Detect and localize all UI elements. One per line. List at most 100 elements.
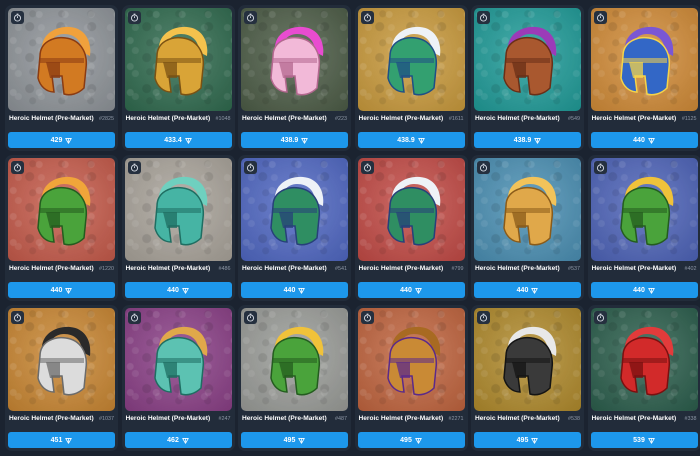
ton-diamond-icon — [185, 137, 192, 144]
gift-number: #1048 — [215, 116, 231, 123]
gift-name: Heroic Helmet (Pre-Market) — [125, 115, 211, 123]
gift-number: #2825 — [99, 116, 114, 123]
gift-image[interactable] — [241, 158, 348, 262]
ton-diamond-icon — [648, 137, 655, 144]
price-button[interactable]: 451 — [8, 432, 115, 448]
price-value: 451 — [50, 436, 63, 444]
price-value: 440 — [50, 286, 63, 294]
gift-card[interactable]: Heroic Helmet (Pre-Market) #247 462 — [121, 305, 235, 451]
price-button[interactable]: 429 — [8, 132, 115, 148]
gift-card[interactable]: Heroic Helmet (Pre-Market) #2271 495 — [354, 305, 468, 451]
gift-image[interactable] — [474, 158, 581, 262]
stopwatch-icon — [127, 311, 141, 324]
price-button[interactable]: 440 — [8, 282, 115, 298]
stopwatch-icon — [127, 11, 141, 24]
gift-name: Heroic Helmet (Pre-Market) — [242, 415, 327, 423]
helmet-icon — [619, 26, 673, 96]
gift-card[interactable]: Heroic Helmet (Pre-Market) #1125 440 — [587, 5, 700, 151]
gift-image[interactable] — [590, 158, 698, 262]
ton-diamond-icon — [415, 437, 422, 444]
price-button[interactable]: 440 — [124, 282, 232, 298]
gift-name: Heroic Helmet (Pre-Market) — [591, 415, 677, 423]
gift-image[interactable] — [8, 158, 115, 262]
gift-image[interactable] — [474, 8, 581, 112]
price-button[interactable]: 440 — [590, 282, 698, 298]
stopwatch-icon — [477, 11, 490, 24]
ton-diamond-icon — [65, 137, 73, 144]
ton-diamond-icon — [415, 287, 422, 294]
gift-number: #486 — [218, 266, 231, 273]
gift-image[interactable] — [357, 308, 465, 412]
gift-number: #799 — [451, 266, 464, 273]
price-value: 438.9 — [513, 136, 532, 144]
price-button[interactable]: 438.9 — [241, 132, 348, 148]
ton-diamond-icon — [182, 437, 189, 444]
gift-image[interactable] — [590, 308, 698, 412]
price-button[interactable]: 495 — [357, 432, 465, 448]
ton-diamond-icon — [65, 437, 73, 444]
helmet-icon — [37, 26, 91, 96]
price-button[interactable]: 440 — [241, 282, 348, 298]
gift-card[interactable]: Heroic Helmet (Pre-Market) #1048 433.4 — [121, 5, 235, 151]
gift-card[interactable]: Heroic Helmet (Pre-Market) #223 438.9 — [238, 5, 351, 151]
gift-card[interactable]: Heroic Helmet (Pre-Market) #537 440 — [471, 155, 584, 301]
price-value: 440 — [167, 286, 179, 294]
price-button[interactable]: 539 — [590, 432, 698, 448]
gift-number: #1037 — [99, 416, 114, 423]
gift-card[interactable]: Heroic Helmet (Pre-Market) #2825 429 — [5, 5, 118, 151]
stopwatch-icon — [11, 311, 24, 324]
gift-card[interactable]: Heroic Helmet (Pre-Market) #338 539 — [587, 305, 700, 451]
gift-grid: Heroic Helmet (Pre-Market) #2825 429 Her… — [5, 5, 700, 451]
helmet-icon — [386, 326, 440, 396]
gift-image[interactable] — [357, 158, 465, 262]
ton-diamond-icon — [534, 137, 541, 144]
gift-card[interactable]: Heroic Helmet (Pre-Market) #538 495 — [471, 305, 584, 451]
gift-card[interactable]: Heroic Helmet (Pre-Market) #549 438.9 — [471, 5, 584, 151]
price-button[interactable]: 438.9 — [357, 132, 465, 148]
price-value: 440 — [400, 286, 412, 294]
gift-name: Heroic Helmet (Pre-Market) — [358, 265, 444, 273]
gift-number: #338 — [684, 416, 697, 423]
price-value: 495 — [516, 436, 529, 444]
gift-image[interactable] — [124, 308, 232, 412]
gift-number: #2271 — [448, 416, 464, 423]
gift-card[interactable]: Heroic Helmet (Pre-Market) #1220 440 — [5, 155, 118, 301]
gift-image[interactable] — [8, 8, 115, 112]
price-button[interactable]: 433.4 — [124, 132, 232, 148]
helmet-icon — [270, 176, 324, 246]
price-button[interactable]: 495 — [241, 432, 348, 448]
gift-card[interactable]: Heroic Helmet (Pre-Market) #487 495 — [238, 305, 351, 451]
gift-image[interactable] — [241, 308, 348, 412]
gift-image[interactable] — [357, 8, 465, 112]
stopwatch-icon — [593, 161, 607, 174]
gift-image[interactable] — [474, 308, 581, 412]
price-button[interactable]: 495 — [474, 432, 581, 448]
gift-image[interactable] — [590, 8, 698, 112]
gift-image[interactable] — [124, 8, 232, 112]
stopwatch-icon — [360, 311, 374, 324]
helmet-icon — [503, 176, 557, 246]
gift-card[interactable]: Heroic Helmet (Pre-Market) #1037 451 — [5, 305, 118, 451]
price-button[interactable]: 462 — [124, 432, 232, 448]
gift-card[interactable]: Heroic Helmet (Pre-Market) #402 440 — [587, 155, 700, 301]
gift-card[interactable]: Heroic Helmet (Pre-Market) #799 440 — [354, 155, 468, 301]
helmet-icon — [153, 26, 207, 96]
gift-card[interactable]: Heroic Helmet (Pre-Market) #486 440 — [121, 155, 235, 301]
price-button[interactable]: 438.9 — [474, 132, 581, 148]
gift-image[interactable] — [8, 308, 115, 412]
gift-image[interactable] — [124, 158, 232, 262]
stopwatch-icon — [477, 311, 490, 324]
gift-number: #487 — [335, 416, 347, 423]
gift-card[interactable]: Heroic Helmet (Pre-Market) #541 440 — [238, 155, 351, 301]
ton-diamond-icon — [531, 287, 539, 294]
gift-card[interactable]: Heroic Helmet (Pre-Market) #1611 438.9 — [354, 5, 468, 151]
helmet-icon — [270, 326, 324, 396]
price-button[interactable]: 440 — [590, 132, 698, 148]
price-button[interactable]: 440 — [474, 282, 581, 298]
helmet-icon — [619, 176, 673, 246]
price-button[interactable]: 440 — [357, 282, 465, 298]
helmet-icon — [386, 26, 440, 96]
gift-image[interactable] — [241, 8, 348, 112]
gift-name: Heroic Helmet (Pre-Market) — [358, 415, 444, 423]
gift-number: #1220 — [99, 266, 114, 273]
